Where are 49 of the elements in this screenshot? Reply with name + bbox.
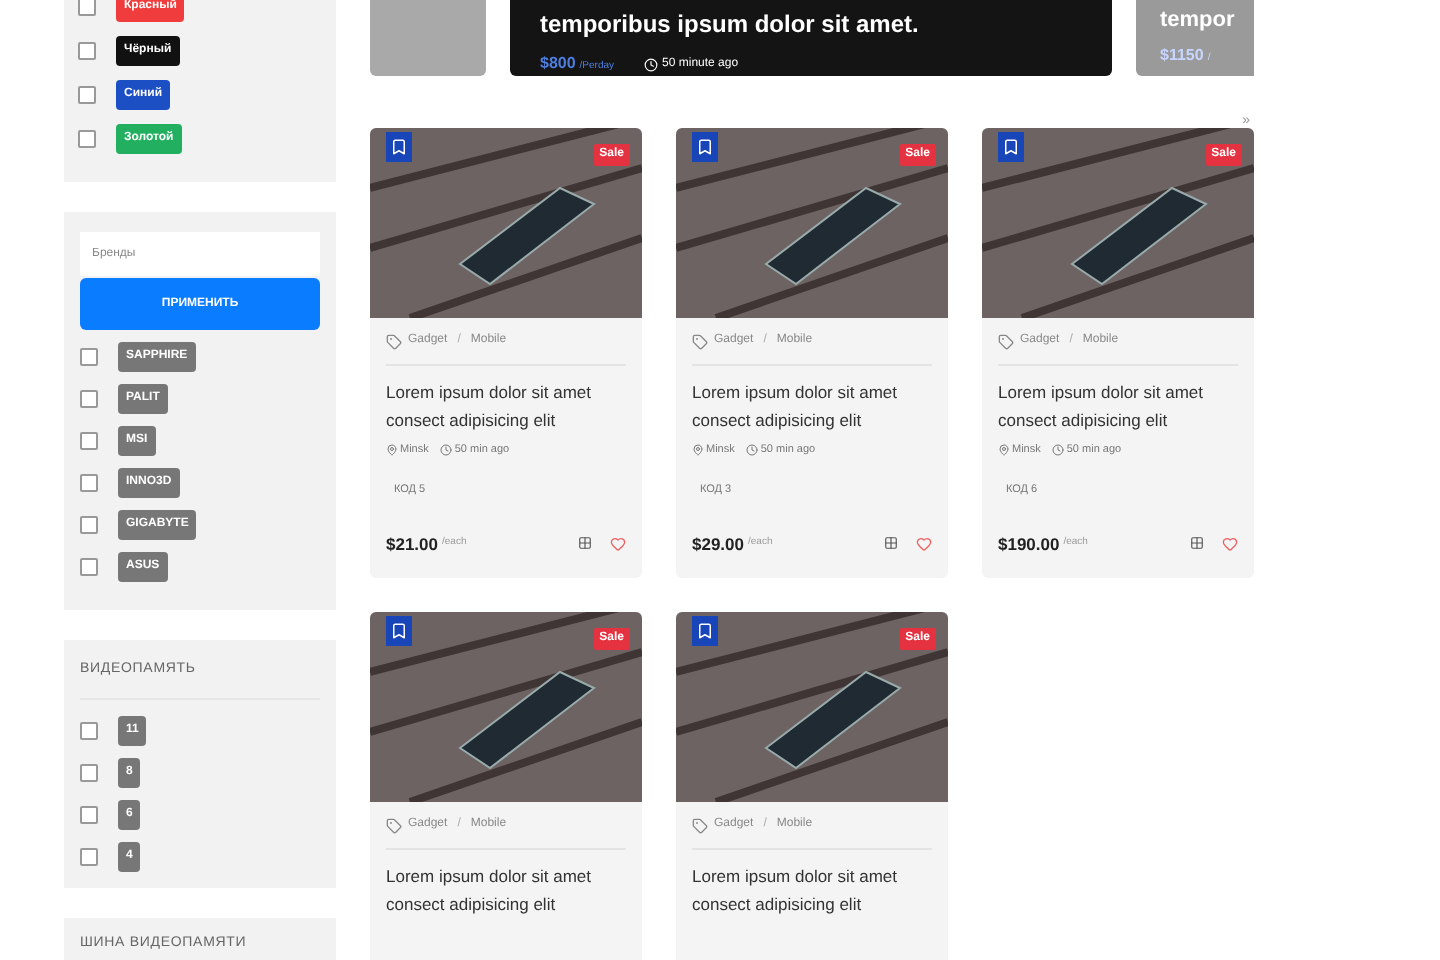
heart-icon[interactable] [1222,535,1238,552]
grid-icon[interactable] [884,536,898,551]
checkbox[interactable] [80,516,98,534]
pin-icon [386,444,398,457]
product-title[interactable]: Lorem ipsum dolor sit amet consect adipisicing elit [692,862,932,918]
clock-icon [440,444,453,457]
checkbox[interactable] [80,348,98,366]
tag-icon [386,333,402,349]
checkbox[interactable] [80,847,98,865]
tag-icon [998,333,1014,349]
pin-icon [998,444,1010,457]
checkbox[interactable] [78,42,96,60]
banner-title: temporibus ipsum dolor sit amet. [540,8,921,42]
tag-icon [692,817,708,833]
checkbox[interactable] [80,474,98,492]
grid-icon[interactable] [578,536,592,551]
product-price: $190.00 [998,531,1060,557]
product-title[interactable]: Lorem ipsum dolor sit amet consect adipisicing elit [386,862,626,918]
heart-icon[interactable] [610,535,626,552]
clock-icon [746,444,759,457]
product-title[interactable]: Lorem ipsum dolor sit amet consect adipisicing elit [998,378,1238,434]
checkbox[interactable] [80,558,98,576]
banner-price: $800 [540,52,576,76]
product-title[interactable]: Lorem ipsum dolor sit amet consect adipisicing elit [692,378,932,434]
banner-title: tempor [1160,6,1235,34]
clock-icon [644,57,659,71]
tag-icon [386,817,402,833]
heart-icon[interactable] [916,535,932,552]
product-price: $21.00 [386,531,438,557]
checkbox[interactable] [80,763,98,781]
bookmark-icon[interactable] [386,616,412,646]
pin-icon [692,444,704,457]
checkbox[interactable] [80,390,98,408]
bookmark-icon[interactable] [692,132,718,162]
checkbox[interactable] [78,130,96,148]
bookmark-icon[interactable] [998,132,1024,162]
clock-icon [1052,444,1065,457]
checkbox[interactable] [80,432,98,450]
grid-icon[interactable] [1190,536,1204,551]
product-price: $29.00 [692,531,744,557]
product-title[interactable]: Lorem ipsum dolor sit amet consect adipisicing elit [386,378,626,434]
checkbox[interactable] [80,721,98,739]
checkbox[interactable] [80,805,98,823]
bookmark-icon[interactable] [386,132,412,162]
checkbox[interactable] [78,86,96,104]
bookmark-icon[interactable] [692,616,718,646]
banner-price: $1150 [1160,44,1204,68]
checkbox[interactable] [78,0,96,16]
tag-icon [692,333,708,349]
